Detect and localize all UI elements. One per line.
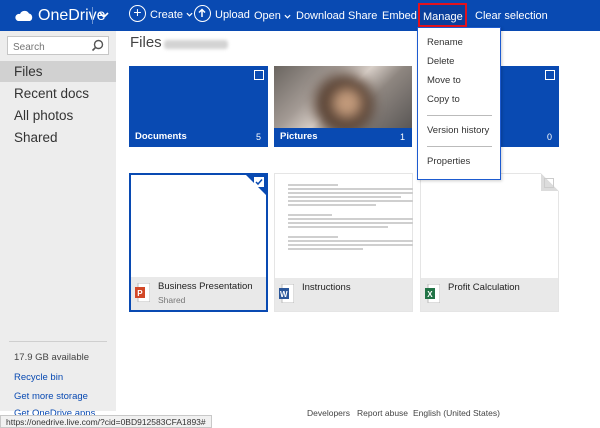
embed-label: Embed	[382, 10, 417, 22]
footer-link-language[interactable]: English (United States)	[413, 408, 500, 418]
folder-name: Pictures	[280, 131, 318, 142]
file-tile-instructions[interactable]: W Instructions	[274, 173, 413, 312]
download-label: Download	[296, 10, 345, 22]
tile-footer: X Profit Calculation	[421, 278, 558, 311]
menu-item-version-history[interactable]: Version history	[427, 125, 489, 136]
menu-separator	[427, 115, 492, 116]
svg-text:X: X	[427, 290, 433, 299]
menu-item-move-to[interactable]: Move to	[427, 75, 461, 86]
create-label: Create	[150, 8, 184, 21]
sidebar-item-shared[interactable]: Shared	[0, 127, 116, 148]
cloud-icon	[14, 10, 34, 22]
file-tile-profit-calculation[interactable]: X Profit Calculation	[420, 173, 559, 312]
file-name: Profit Calculation	[448, 282, 520, 293]
sidebar: Files Recent docs All photos Shared 17.9…	[0, 31, 116, 419]
upload-label: Upload	[215, 8, 250, 21]
clear-selection-label: Clear selection	[475, 10, 548, 22]
file-name: Business Presentation	[158, 281, 253, 292]
clear-selection-button[interactable]: Clear selection	[475, 9, 548, 23]
upload-button[interactable]: Upload	[194, 5, 250, 22]
checked-checkbox-icon[interactable]	[254, 177, 264, 187]
svg-text:W: W	[280, 290, 288, 299]
app-switcher-chevron-icon[interactable]	[97, 8, 111, 22]
page-title: Files	[130, 34, 162, 51]
search-input[interactable]	[8, 39, 88, 56]
footer-link-developers[interactable]: Developers	[307, 408, 350, 418]
divider	[92, 7, 93, 24]
divider	[9, 341, 107, 342]
open-label: Open	[254, 10, 281, 22]
top-bar: OneDrive + Create Upload Open Download S…	[0, 0, 600, 31]
manage-button[interactable]: Manage	[418, 3, 467, 27]
document-preview	[288, 184, 413, 252]
excel-icon: X	[425, 284, 440, 303]
photo-blur	[332, 88, 362, 118]
download-button[interactable]: Download	[296, 9, 345, 23]
recycle-bin-link[interactable]: Recycle bin	[14, 372, 63, 383]
svg-text:P: P	[137, 289, 143, 298]
sidebar-item-files[interactable]: Files	[0, 61, 116, 82]
sidebar-item-recent-docs[interactable]: Recent docs	[0, 83, 116, 104]
plus-icon: +	[129, 5, 146, 22]
embed-button[interactable]: Embed	[382, 9, 417, 23]
file-shared-status: Shared	[158, 295, 186, 305]
get-more-storage-link[interactable]: Get more storage	[14, 391, 88, 402]
tile-footer: P Business Presentation Shared	[131, 277, 266, 310]
file-tile-business-presentation[interactable]: P Business Presentation Shared	[129, 173, 268, 312]
tile-footer: W Instructions	[275, 278, 412, 311]
folder-name: Documents	[135, 131, 187, 142]
chevron-down-icon	[284, 14, 291, 19]
tile-checkbox[interactable]	[544, 178, 554, 188]
app-name: OneDrive	[38, 7, 106, 24]
search-box[interactable]	[7, 36, 109, 56]
share-button[interactable]: Share	[348, 9, 377, 23]
powerpoint-icon: P	[135, 283, 150, 302]
menu-separator	[427, 146, 492, 147]
storage-available: 17.9 GB available	[14, 352, 89, 363]
tile-checkbox[interactable]	[254, 70, 264, 80]
file-name: Instructions	[302, 282, 351, 293]
manage-menu: Rename Delete Move to Copy to Version hi…	[417, 27, 501, 180]
menu-item-copy-to[interactable]: Copy to	[427, 94, 460, 105]
chevron-down-icon	[186, 12, 193, 17]
folder-count: 5	[255, 132, 261, 142]
folder-count: 0	[546, 132, 552, 142]
create-button[interactable]: + Create	[129, 5, 193, 22]
tile-checkbox[interactable]	[545, 70, 555, 80]
word-icon: W	[279, 284, 294, 303]
user-name-blurred	[164, 40, 228, 49]
folder-count: 1	[399, 132, 405, 142]
manage-label: Manage	[423, 11, 463, 23]
search-icon[interactable]	[91, 39, 104, 52]
upload-icon	[194, 5, 211, 22]
folder-tile-pictures[interactable]: Pictures 1	[274, 66, 412, 147]
menu-item-rename[interactable]: Rename	[427, 37, 463, 48]
sidebar-item-all-photos[interactable]: All photos	[0, 105, 116, 126]
browser-status-url: https://onedrive.live.com/?cid=0BD912583…	[0, 415, 212, 428]
open-button[interactable]: Open	[254, 9, 291, 23]
footer-link-report-abuse[interactable]: Report abuse	[357, 408, 408, 418]
menu-item-properties[interactable]: Properties	[427, 156, 470, 167]
menu-item-delete[interactable]: Delete	[427, 56, 454, 67]
share-label: Share	[348, 10, 378, 22]
folder-tile-documents[interactable]: Documents 5	[129, 66, 268, 147]
